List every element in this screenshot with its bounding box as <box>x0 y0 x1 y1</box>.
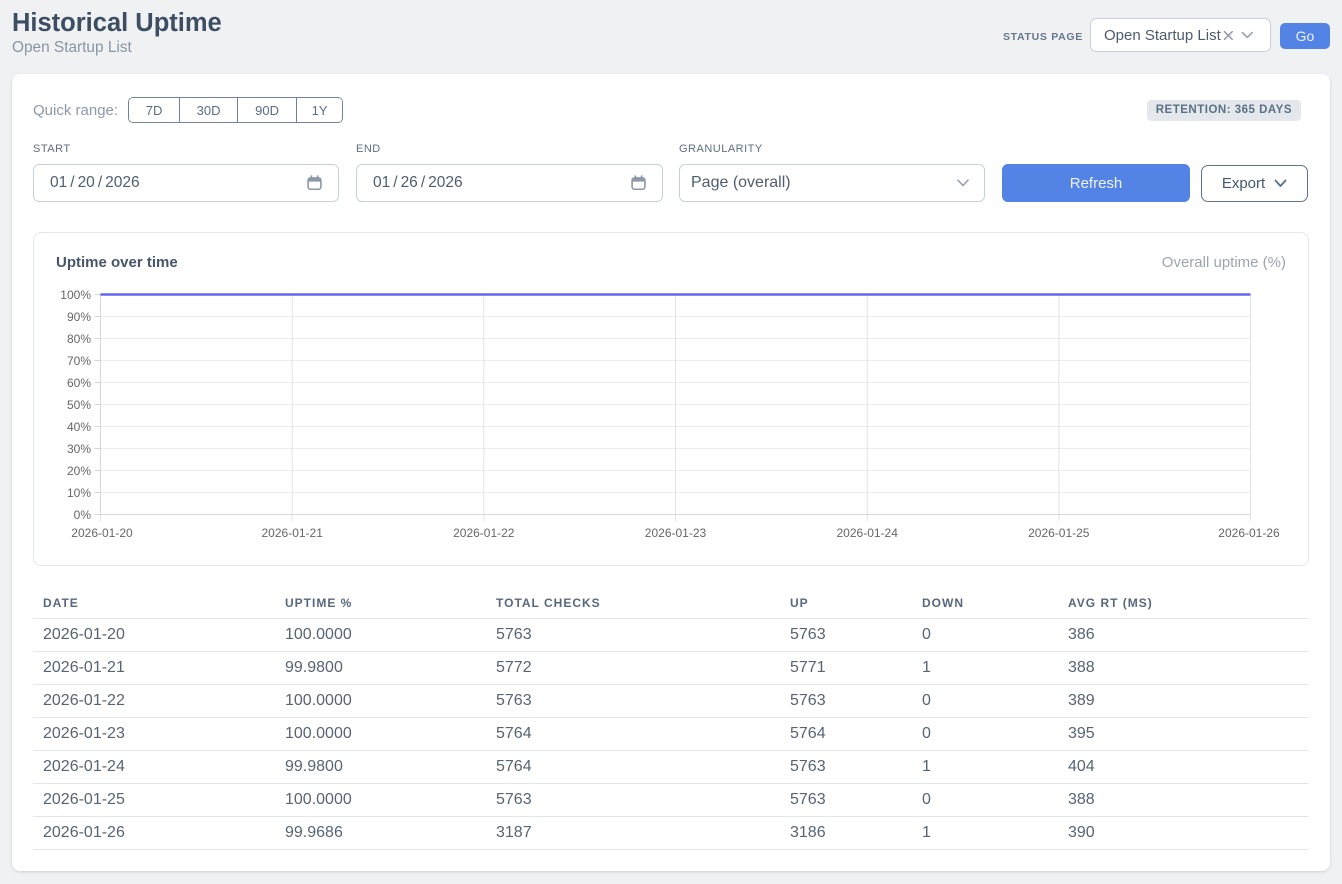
svg-text:80%: 80% <box>67 332 91 346</box>
svg-text:2026-01-26: 2026-01-26 <box>1218 526 1280 540</box>
svg-text:0%: 0% <box>74 508 92 522</box>
svg-text:2026-01-23: 2026-01-23 <box>645 526 707 540</box>
svg-text:70%: 70% <box>67 354 91 368</box>
svg-text:50%: 50% <box>67 398 91 412</box>
svg-text:10%: 10% <box>67 486 91 500</box>
svg-text:2026-01-24: 2026-01-24 <box>837 526 899 540</box>
svg-text:60%: 60% <box>67 376 91 390</box>
svg-text:30%: 30% <box>67 442 91 456</box>
svg-text:2026-01-25: 2026-01-25 <box>1028 526 1090 540</box>
svg-text:100%: 100% <box>60 288 91 302</box>
svg-text:2026-01-22: 2026-01-22 <box>453 526 515 540</box>
svg-text:2026-01-21: 2026-01-21 <box>262 526 324 540</box>
svg-text:40%: 40% <box>67 420 91 434</box>
svg-text:90%: 90% <box>67 310 91 324</box>
svg-text:20%: 20% <box>67 464 91 478</box>
svg-text:2026-01-20: 2026-01-20 <box>71 526 133 540</box>
